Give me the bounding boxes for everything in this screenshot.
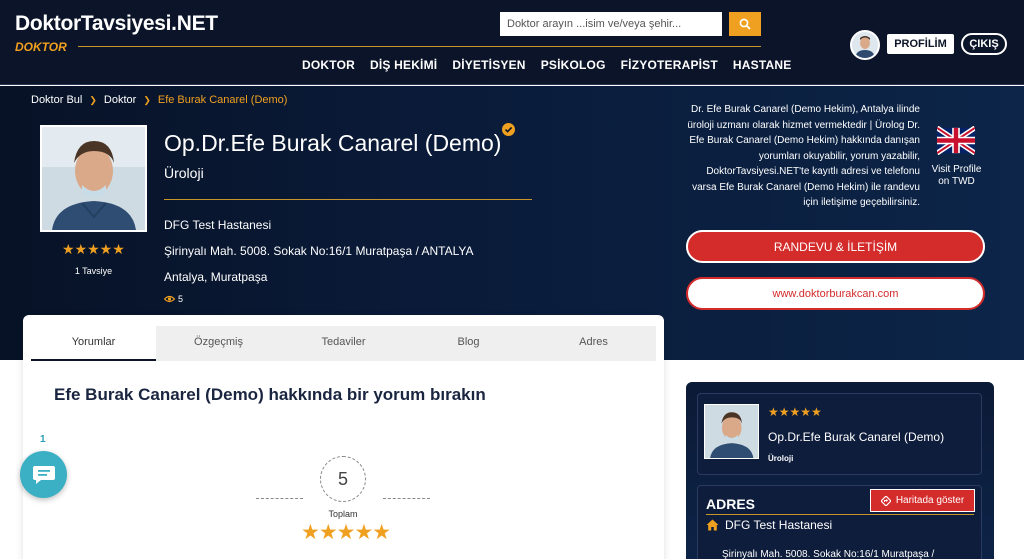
doctor-name: Op.Dr.Efe Burak Canarel (Demo) (164, 130, 502, 156)
doctor-address: Şirinyalı Mah. 5008. Sokak No:16/1 Murat… (164, 244, 474, 258)
search-icon (739, 18, 751, 30)
search-button[interactable] (729, 12, 761, 36)
show-map-button[interactable]: Haritada göster (870, 489, 975, 512)
user-avatar[interactable] (850, 30, 880, 60)
breadcrumb-item[interactable]: Doktor Bul (31, 94, 82, 106)
hero-divider (164, 199, 532, 200)
score-total-label: Toplam (328, 509, 358, 519)
uk-flag-icon[interactable] (935, 125, 977, 156)
sidebar-rating-stars: ★★★★★ (768, 405, 822, 419)
score-circle: 5 (320, 456, 366, 502)
doctor-portrait (42, 127, 145, 230)
nav-fizyoterapist[interactable]: FİZYOTERAPİST (621, 58, 718, 72)
doctor-specialty: Üroloji (164, 165, 204, 181)
search-input[interactable] (500, 12, 722, 36)
chat-icon (32, 465, 55, 484)
dashed-divider (256, 498, 303, 499)
visit-twd-link[interactable]: Visit Profile on TWD (929, 164, 984, 188)
chevron-right-icon: ❯ (89, 94, 97, 105)
nav-psikolog[interactable]: PSİKOLOG (541, 58, 606, 72)
doctor-hospital[interactable]: DFG Test Hastanesi (164, 218, 271, 232)
breadcrumb-current: Efe Burak Canarel (Demo) (157, 94, 288, 106)
breadcrumb: Doktor Bul ❯ Doktor ❯ Efe Burak Canarel … (31, 94, 287, 106)
chevron-right-icon: ❯ (143, 94, 151, 105)
review-stars: ★★★★★ (301, 521, 391, 544)
tab-ozgecmis[interactable]: Özgeçmiş (156, 326, 281, 361)
review-heading: Efe Burak Canarel (Demo) hakkında bir yo… (54, 385, 486, 404)
website-button[interactable]: www.doktorburakcan.com (686, 277, 985, 310)
show-map-label: Haritada göster (895, 495, 965, 506)
eye-icon (164, 295, 175, 303)
main-nav: DOKTOR DİŞ HEKİMİ DİYETİSYEN PSİKOLOG Fİ… (302, 58, 806, 72)
profile-button[interactable]: PROFİLİM (887, 34, 954, 54)
doctor-city: Antalya, Muratpaşa (164, 270, 268, 284)
dashed-divider (383, 498, 430, 499)
recommendation-count: 1 Tavsiye (74, 266, 113, 276)
header-divider (78, 46, 761, 47)
address-heading: ADRES (706, 496, 756, 512)
nav-hastane[interactable]: HASTANE (733, 58, 792, 72)
view-count-value: 5 (178, 294, 184, 304)
chat-button[interactable] (20, 451, 67, 498)
sidebar-doctor-specialty: Üroloji (768, 454, 794, 463)
logout-button[interactable]: ÇIKIŞ (961, 33, 1007, 55)
address-hospital-name: DFG Test Hastanesi (725, 518, 833, 532)
nav-dis-hekimi[interactable]: DİŞ HEKİMİ (370, 58, 437, 72)
rating-stars: ★★★★★ (62, 241, 125, 257)
address-divider (706, 514, 974, 515)
address-street: Şirinyalı Mah. 5008. Sokak No:16/1 Murat… (722, 549, 935, 559)
score-value: 5 (337, 468, 348, 489)
nav-diyetisyen[interactable]: DİYETİSYEN (452, 58, 525, 72)
profile-tabs: Yorumlar Özgeçmiş Tedaviler Blog Adres (31, 326, 656, 361)
sidebar-doctor-name[interactable]: Op.Dr.Efe Burak Canarel (Demo) (768, 430, 944, 444)
address-hospital: DFG Test Hastanesi (706, 518, 832, 532)
verified-icon (502, 123, 515, 136)
doctor-description: Dr. Efe Burak Canarel (Demo Hekim), Anta… (687, 104, 920, 208)
doctor-photo (40, 125, 147, 232)
home-icon (706, 519, 719, 531)
directions-icon (880, 495, 891, 506)
chat-badge: 1 (40, 434, 46, 445)
doctor-portrait (705, 405, 758, 458)
site-header: DoktorTavsiyesi.NET DOKTOR DOKTOR DİŞ HE… (0, 0, 1024, 85)
view-count: 5 (164, 294, 183, 304)
nav-doktor[interactable]: DOKTOR (302, 58, 355, 72)
tab-adres[interactable]: Adres (531, 326, 656, 361)
appointment-button[interactable]: RANDEVU & İLETİŞİM (686, 230, 985, 263)
tab-tedaviler[interactable]: Tedaviler (281, 326, 406, 361)
sidebar-doctor-photo (704, 404, 759, 459)
site-logo[interactable]: DoktorTavsiyesi.NET (15, 12, 218, 36)
doctor-avatar-icon (852, 32, 878, 58)
tab-blog[interactable]: Blog (406, 326, 531, 361)
breadcrumb-item[interactable]: Doktor (104, 94, 136, 106)
tab-yorumlar[interactable]: Yorumlar (31, 326, 156, 361)
logo-subtitle: DOKTOR (15, 40, 67, 54)
